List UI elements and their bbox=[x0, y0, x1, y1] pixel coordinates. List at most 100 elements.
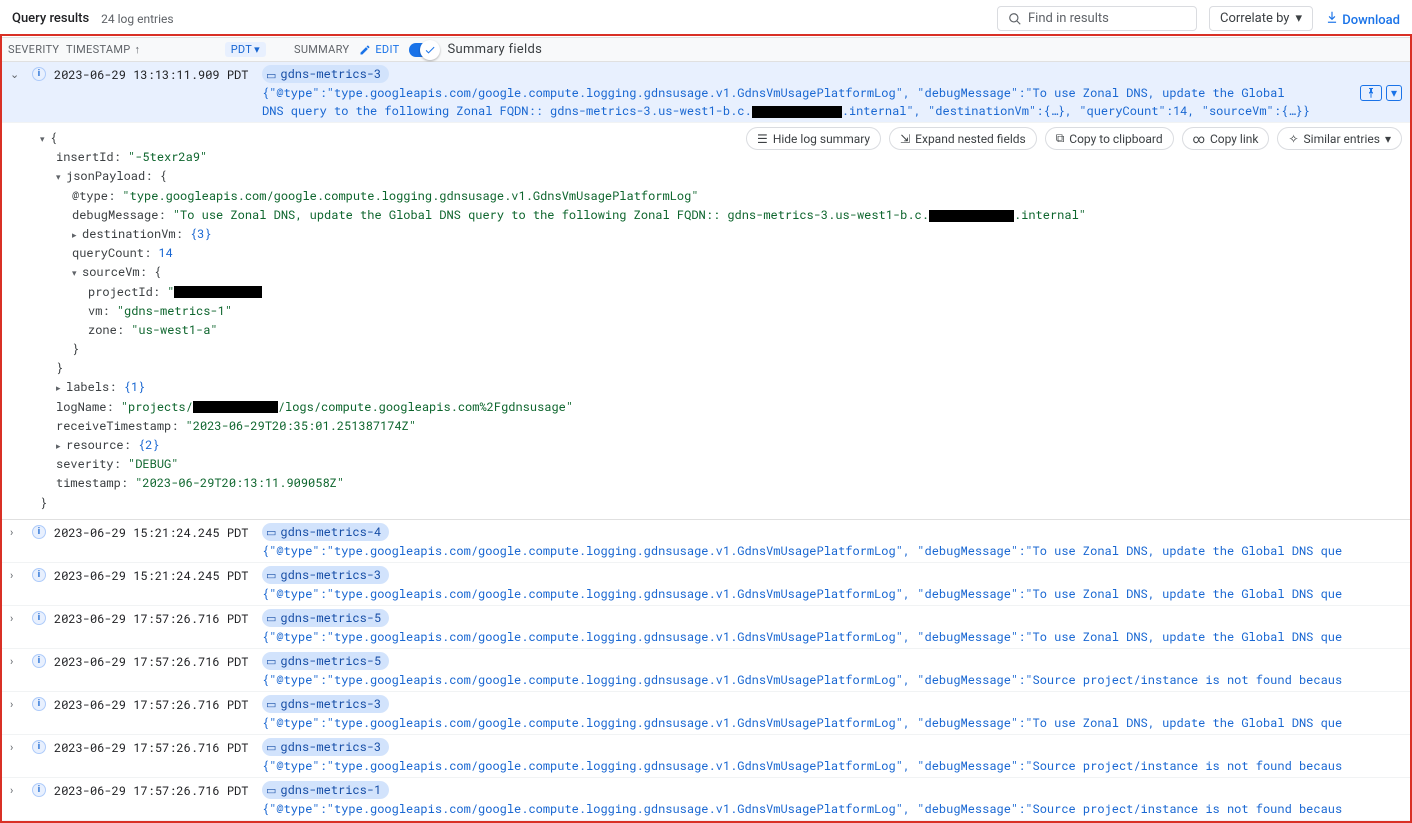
expand-icon[interactable]: › bbox=[10, 781, 24, 797]
log-preview: {"@type":"type.googleapis.com/google.com… bbox=[262, 85, 1285, 101]
redacted-text bbox=[174, 286, 262, 298]
correlate-by-button[interactable]: Correlate by ▾ bbox=[1209, 6, 1313, 31]
hide-summary-button[interactable]: ☰Hide log summary bbox=[746, 127, 881, 150]
severity-debug-icon: i bbox=[32, 525, 46, 539]
vm-chip[interactable]: ▭gdns-metrics-5 bbox=[262, 609, 389, 627]
check-icon bbox=[423, 43, 437, 57]
severity-debug-icon: i bbox=[32, 654, 46, 668]
download-icon bbox=[1325, 10, 1339, 24]
severity-debug-icon: i bbox=[32, 611, 46, 625]
timestamp-cell: 2023-06-29 17:57:26.716 PDT bbox=[54, 609, 254, 627]
redacted-text bbox=[193, 401, 278, 413]
find-placeholder: Find in results bbox=[1028, 11, 1109, 26]
log-row[interactable]: › i 2023-06-29 15:21:24.245 PDT ▭gdns-metri… bbox=[2, 563, 1410, 606]
col-severity[interactable]: SEVERITY bbox=[8, 43, 58, 56]
log-row[interactable]: › i 2023-06-29 17:57:26.716 PDT ▭gdns-metri… bbox=[2, 606, 1410, 649]
log-json-body: ☰Hide log summary ⇲Expand nested fields … bbox=[2, 123, 1410, 520]
redacted-text bbox=[929, 210, 1014, 222]
log-row[interactable]: ›i2023-06-29 15:21:24.245 PDT▭gdns-metri… bbox=[2, 520, 1410, 563]
log-preview: {"@type":"type.googleapis.com/google.com… bbox=[262, 801, 1342, 817]
timestamp-cell: 2023-06-29 17:57:26.716 PDT bbox=[54, 781, 254, 799]
results-title: Query results bbox=[12, 11, 89, 26]
log-row[interactable]: › i 2023-06-29 17:57:26.716 PDT ▭gdns-metri… bbox=[2, 778, 1410, 821]
vm-chip[interactable]: ▭gdns-metrics-1 bbox=[262, 781, 389, 799]
download-button[interactable]: Download bbox=[1325, 10, 1400, 28]
log-table: ⌄ i 2023-06-29 13:13:11.909 PDT ▭ gdns-m… bbox=[0, 62, 1412, 823]
log-preview: {"@type":"type.googleapis.com/google.com… bbox=[262, 715, 1342, 731]
expand-icon[interactable]: › bbox=[10, 695, 24, 711]
col-summary[interactable]: SUMMARY bbox=[294, 43, 349, 56]
redacted-text bbox=[752, 106, 842, 118]
vm-chip[interactable]: ▭ gdns-metrics-3 bbox=[262, 65, 389, 83]
vm-chip[interactable]: ▭gdns-metrics-3 bbox=[262, 738, 389, 756]
col-timestamp[interactable]: TIMESTAMP ↑ PDT ▾ bbox=[66, 42, 266, 57]
timestamp-cell: 2023-06-29 15:21:24.245 PDT bbox=[54, 566, 254, 584]
vm-icon: ▭ bbox=[266, 696, 276, 711]
chevron-down-icon: ▾ bbox=[1295, 11, 1302, 26]
timestamp-cell: 2023-06-29 13:13:11.909 PDT bbox=[54, 65, 254, 83]
severity-debug-icon: i bbox=[32, 568, 46, 582]
expand-icon: ⇲ bbox=[900, 132, 910, 146]
collapse-icon[interactable]: ⌄ bbox=[10, 65, 24, 81]
copy-clipboard-button[interactable]: ⧉Copy to clipboard bbox=[1045, 127, 1174, 150]
expand-icon[interactable]: › bbox=[10, 738, 24, 754]
expand-nested-button[interactable]: ⇲Expand nested fields bbox=[889, 127, 1037, 150]
log-preview: {"@type":"type.googleapis.com/google.com… bbox=[262, 758, 1342, 774]
search-icon bbox=[1008, 12, 1022, 26]
vm-icon: ▭ bbox=[266, 524, 276, 539]
expand-icon[interactable]: › bbox=[10, 609, 24, 625]
log-preview: {"@type":"type.googleapis.com/google.com… bbox=[262, 543, 1342, 559]
results-header: Query results 24 log entries Find in res… bbox=[0, 0, 1412, 38]
tri-right-icon[interactable]: ▸ bbox=[56, 440, 66, 454]
edit-summary-button[interactable]: EDIT bbox=[359, 43, 399, 56]
expand-icon[interactable]: › bbox=[10, 566, 24, 582]
log-row[interactable]: › i 2023-06-29 17:57:26.716 PDT ▭gdns-metri… bbox=[2, 649, 1410, 692]
log-preview: {"@type":"type.googleapis.com/google.com… bbox=[262, 586, 1342, 602]
timestamp-cell: 2023-06-29 17:57:26.716 PDT bbox=[54, 738, 254, 756]
vm-icon: ▭ bbox=[266, 610, 276, 625]
copy-link-button[interactable]: ∞Copy link bbox=[1182, 127, 1270, 150]
pin-dropdown[interactable]: ▾ bbox=[1386, 85, 1402, 101]
link-icon: ∞ bbox=[1193, 132, 1205, 146]
log-preview-line2: DNS query to the following Zonal FQDN:: … bbox=[262, 103, 1402, 119]
tri-right-icon[interactable]: ▸ bbox=[56, 382, 66, 396]
copy-icon: ⧉ bbox=[1056, 131, 1065, 146]
sort-asc-icon: ↑ bbox=[135, 43, 141, 56]
severity-debug-icon: i bbox=[32, 740, 46, 754]
vm-icon: ▭ bbox=[266, 67, 276, 82]
eye-off-icon: ☰ bbox=[757, 132, 768, 146]
timestamp-cell: 2023-06-29 17:57:26.716 PDT bbox=[54, 652, 254, 670]
tri-right-icon[interactable]: ▸ bbox=[72, 229, 82, 243]
chevron-down-icon: ▾ bbox=[254, 43, 260, 56]
pin-icon bbox=[1365, 87, 1377, 99]
tri-down-icon[interactable]: ▾ bbox=[40, 133, 50, 147]
vm-chip[interactable]: ▭gdns-metrics-3 bbox=[262, 695, 389, 713]
summary-fields-label: Summary fields bbox=[447, 42, 542, 57]
vm-icon: ▭ bbox=[266, 567, 276, 582]
severity-debug-icon: i bbox=[32, 783, 46, 797]
timezone-chip[interactable]: PDT ▾ bbox=[225, 42, 266, 57]
severity-debug-icon: i bbox=[32, 67, 46, 81]
severity-debug-icon: i bbox=[32, 697, 46, 711]
expand-icon[interactable]: › bbox=[10, 652, 24, 668]
log-row[interactable]: › i 2023-06-29 17:57:26.716 PDT ▭gdns-metri… bbox=[2, 692, 1410, 735]
tri-down-icon[interactable]: ▾ bbox=[56, 171, 66, 185]
similar-entries-button[interactable]: ✧Similar entries ▾ bbox=[1277, 127, 1402, 150]
vm-icon: ▭ bbox=[266, 653, 276, 668]
log-actions: ☰Hide log summary ⇲Expand nested fields … bbox=[746, 127, 1402, 150]
vm-icon: ▭ bbox=[266, 739, 276, 754]
timestamp-cell: 2023-06-29 17:57:26.716 PDT bbox=[54, 695, 254, 713]
expand-icon[interactable]: › bbox=[10, 523, 24, 539]
log-row[interactable]: › i 2023-06-29 17:57:26.716 PDT ▭gdns-metri… bbox=[2, 735, 1410, 778]
log-row-expanded[interactable]: ⌄ i 2023-06-29 13:13:11.909 PDT ▭ gdns-m… bbox=[2, 62, 1410, 123]
results-count: 24 log entries bbox=[101, 12, 173, 26]
chevron-down-icon: ▾ bbox=[1385, 132, 1391, 146]
vm-chip[interactable]: ▭gdns-metrics-3 bbox=[262, 566, 389, 584]
log-preview: {"@type":"type.googleapis.com/google.com… bbox=[262, 672, 1342, 688]
vm-chip[interactable]: ▭gdns-metrics-5 bbox=[262, 652, 389, 670]
tri-down-icon[interactable]: ▾ bbox=[72, 267, 82, 281]
vm-chip[interactable]: ▭gdns-metrics-4 bbox=[262, 523, 389, 541]
log-preview: {"@type":"type.googleapis.com/google.com… bbox=[262, 629, 1342, 645]
pin-button[interactable] bbox=[1360, 85, 1382, 101]
find-in-results-input[interactable]: Find in results bbox=[997, 6, 1197, 31]
